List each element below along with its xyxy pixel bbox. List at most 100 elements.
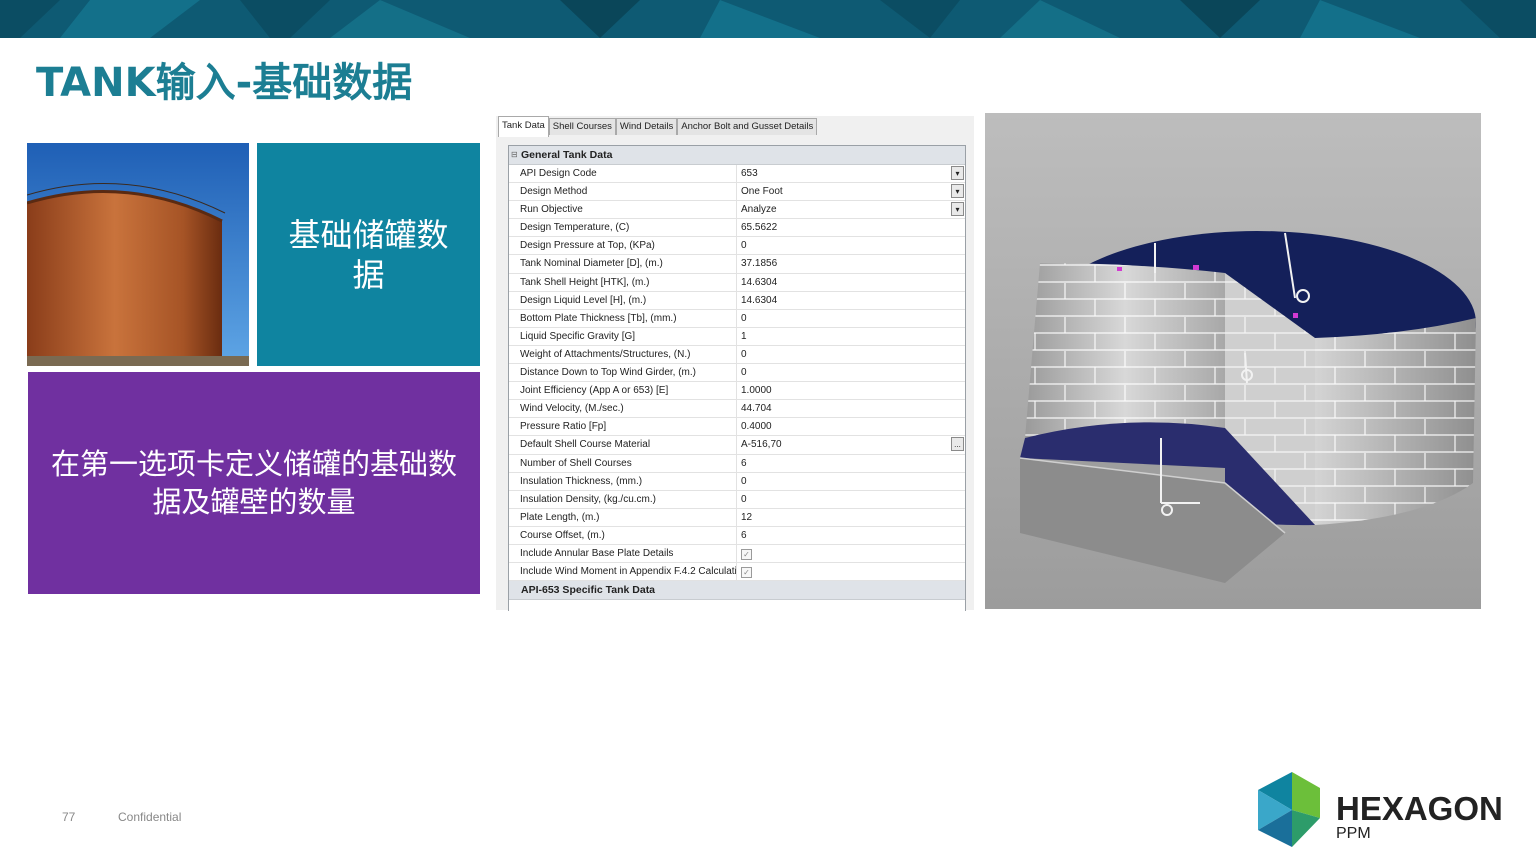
property-value[interactable]: 653 ▾: [737, 165, 965, 182]
teal-info-box: 基础储罐数据: [257, 143, 480, 366]
property-row[interactable]: Joint Efficiency (App A or 653) [E] 1.000…: [509, 382, 965, 401]
group-label: API-653 Specific Tank Data: [521, 584, 656, 597]
property-value[interactable]: 1: [737, 328, 965, 345]
property-row[interactable]: Insulation Thickness, (mm.) 0: [509, 472, 965, 491]
property-value[interactable]: 65.5622: [737, 219, 965, 236]
group-api-653-data[interactable]: API-653 Specific Tank Data: [509, 581, 965, 601]
property-value[interactable]: 6: [737, 527, 965, 544]
property-label: Include Wind Moment in Appendix F.4.2 Ca…: [509, 563, 737, 581]
property-label: Default Shell Course Material: [509, 436, 737, 454]
property-value[interactable]: A-516,70...: [737, 436, 965, 453]
property-label: Pressure Ratio [Fp]: [509, 418, 737, 436]
property-row[interactable]: Design Method One Foot ▾: [509, 183, 965, 202]
property-value[interactable]: 0: [737, 473, 965, 490]
property-label: Insulation Thickness, (mm.): [509, 472, 737, 490]
property-row[interactable]: Course Offset, (m.) 6: [509, 526, 965, 545]
tank-photo: [27, 143, 249, 366]
property-row[interactable]: Design Temperature, (C) 65.5622: [509, 219, 965, 238]
dropdown-arrow-icon[interactable]: ▾: [951, 202, 964, 217]
property-row[interactable]: Design Liquid Level [H], (m.) 14.6304: [509, 291, 965, 310]
value-text: 1: [741, 330, 747, 342]
slide-title: TANK输入-基础数据: [36, 60, 413, 106]
property-row[interactable]: Run Objective Analyze ▾: [509, 201, 965, 220]
checkbox[interactable]: ✓: [741, 567, 752, 579]
property-value[interactable]: 0: [737, 237, 965, 254]
value-text: 37.1856: [741, 258, 778, 270]
property-row[interactable]: Number of Shell Courses 6: [509, 454, 965, 473]
property-label: Weight of Attachments/Structures, (N.): [509, 345, 737, 364]
property-row[interactable]: Pressure Ratio [Fp] 0.4000: [509, 418, 965, 437]
tab-wind-details[interactable]: Wind Details: [615, 118, 678, 135]
property-value[interactable]: ✓: [737, 545, 965, 562]
property-value[interactable]: ✓: [737, 563, 965, 580]
property-label: Design Temperature, (C): [509, 219, 737, 237]
property-row[interactable]: Tank Shell Height [HTK], (m.) 14.6304: [509, 273, 965, 292]
group-label: General Tank Data: [521, 149, 613, 161]
browse-button[interactable]: ...: [951, 437, 964, 452]
value-text: 14.6304: [741, 294, 778, 306]
value-text: 44.704: [741, 403, 772, 415]
property-label: Number of Shell Courses: [509, 454, 737, 472]
property-label: Include Annular Base Plate Details: [509, 544, 737, 563]
value-text: 653: [741, 168, 758, 179]
property-value[interactable]: 44.704: [737, 400, 965, 417]
property-row[interactable]: Wind Velocity, (M./sec.) 44.704: [509, 400, 965, 419]
value-text: 12: [741, 511, 753, 523]
group-general-tank-data[interactable]: ⊟ General Tank Data: [509, 146, 965, 165]
property-value[interactable]: Analyze ▾: [737, 201, 965, 218]
property-value[interactable]: 37.1856: [737, 255, 965, 272]
tank-3d-viewport[interactable]: [985, 113, 1481, 609]
tab-anchor-bolt-gusset[interactable]: Anchor Bolt and Gusset Details: [677, 118, 818, 135]
tab-shell-courses[interactable]: Shell Courses: [548, 118, 616, 135]
property-value[interactable]: 1.0000: [737, 382, 965, 399]
panel-tabs: Tank Data Shell Courses Wind Details Anc…: [498, 116, 818, 137]
property-value[interactable]: 0: [737, 364, 965, 381]
property-row[interactable]: Include Wind Moment in Appendix F.4.2 Ca…: [509, 563, 965, 582]
collapse-icon[interactable]: ⊟: [511, 146, 518, 164]
property-value[interactable]: 14.6304: [737, 292, 965, 309]
property-label: Insulation Density, (kg./cu.cm.): [509, 490, 737, 508]
property-row[interactable]: Include Annular Base Plate Details ✓: [509, 544, 965, 564]
property-row[interactable]: Insulation Density, (kg./cu.cm.) 0: [509, 490, 965, 509]
property-row[interactable]: Liquid Specific Gravity [G] 1: [509, 327, 965, 346]
property-label: Plate Length, (m.): [509, 508, 737, 526]
property-value[interactable]: 0.4000: [737, 418, 965, 435]
property-value[interactable]: 0: [737, 491, 965, 508]
tank-data-panel: Tank Data Shell Courses Wind Details Anc…: [496, 116, 974, 611]
property-label: Course Offset, (m.): [509, 526, 737, 544]
property-row[interactable]: API Design Code 653 ▾: [509, 165, 965, 184]
property-row[interactable]: Tank Nominal Diameter [D], (m.) 37.1856: [509, 255, 965, 274]
purple-info-box: 在第一选项卡定义储罐的基础数据及罐壁的数量: [28, 372, 480, 594]
dropdown-arrow-icon[interactable]: ▾: [951, 166, 964, 180]
property-label: Bottom Plate Thickness [Tb], (mm.): [509, 309, 737, 327]
property-value[interactable]: 12: [737, 509, 965, 526]
property-row[interactable]: Default Shell Course Material A-516,70...: [509, 436, 965, 455]
logo-subtitle: PPM: [1336, 825, 1371, 842]
property-rows: API Design Code 653 ▾ Design Method One Foot…: [509, 165, 965, 582]
property-row[interactable]: Distance Down to Top Wind Girder, (m.) 0: [509, 364, 965, 383]
property-label: Design Method: [509, 183, 737, 201]
value-text: 14.6304: [741, 276, 778, 288]
property-row[interactable]: Design Pressure at Top, (KPa) 0: [509, 237, 965, 256]
tab-tank-data[interactable]: Tank Data: [498, 116, 549, 137]
property-value[interactable]: One Foot ▾: [737, 183, 965, 200]
property-value[interactable]: 0: [737, 310, 965, 327]
property-row[interactable]: Weight of Attachments/Structures, (N.) 0: [509, 345, 965, 365]
value-text: Analyze: [741, 204, 777, 216]
property-row[interactable]: Plate Length, (m.) 12: [509, 508, 965, 527]
value-text: 0.4000: [741, 421, 772, 433]
value-text: 65.5622: [741, 222, 778, 234]
checkbox[interactable]: ✓: [741, 548, 752, 560]
property-label: Liquid Specific Gravity [G]: [509, 327, 737, 345]
value-text: 6: [741, 529, 747, 541]
property-label: Joint Efficiency (App A or 653) [E]: [509, 382, 737, 400]
property-row[interactable]: Bottom Plate Thickness [Tb], (mm.) 0: [509, 309, 965, 328]
property-label: Tank Shell Height [HTK], (m.): [509, 273, 737, 291]
property-value[interactable]: 6: [737, 455, 965, 472]
value-text: One Foot: [741, 186, 783, 198]
property-value[interactable]: 0: [737, 346, 965, 363]
property-value[interactable]: 14.6304: [737, 274, 965, 291]
dropdown-arrow-icon[interactable]: ▾: [951, 184, 964, 199]
purple-box-text: 在第一选项卡定义储罐的基础数据及罐壁的数量: [50, 447, 457, 519]
property-label: Run Objective: [509, 201, 737, 219]
